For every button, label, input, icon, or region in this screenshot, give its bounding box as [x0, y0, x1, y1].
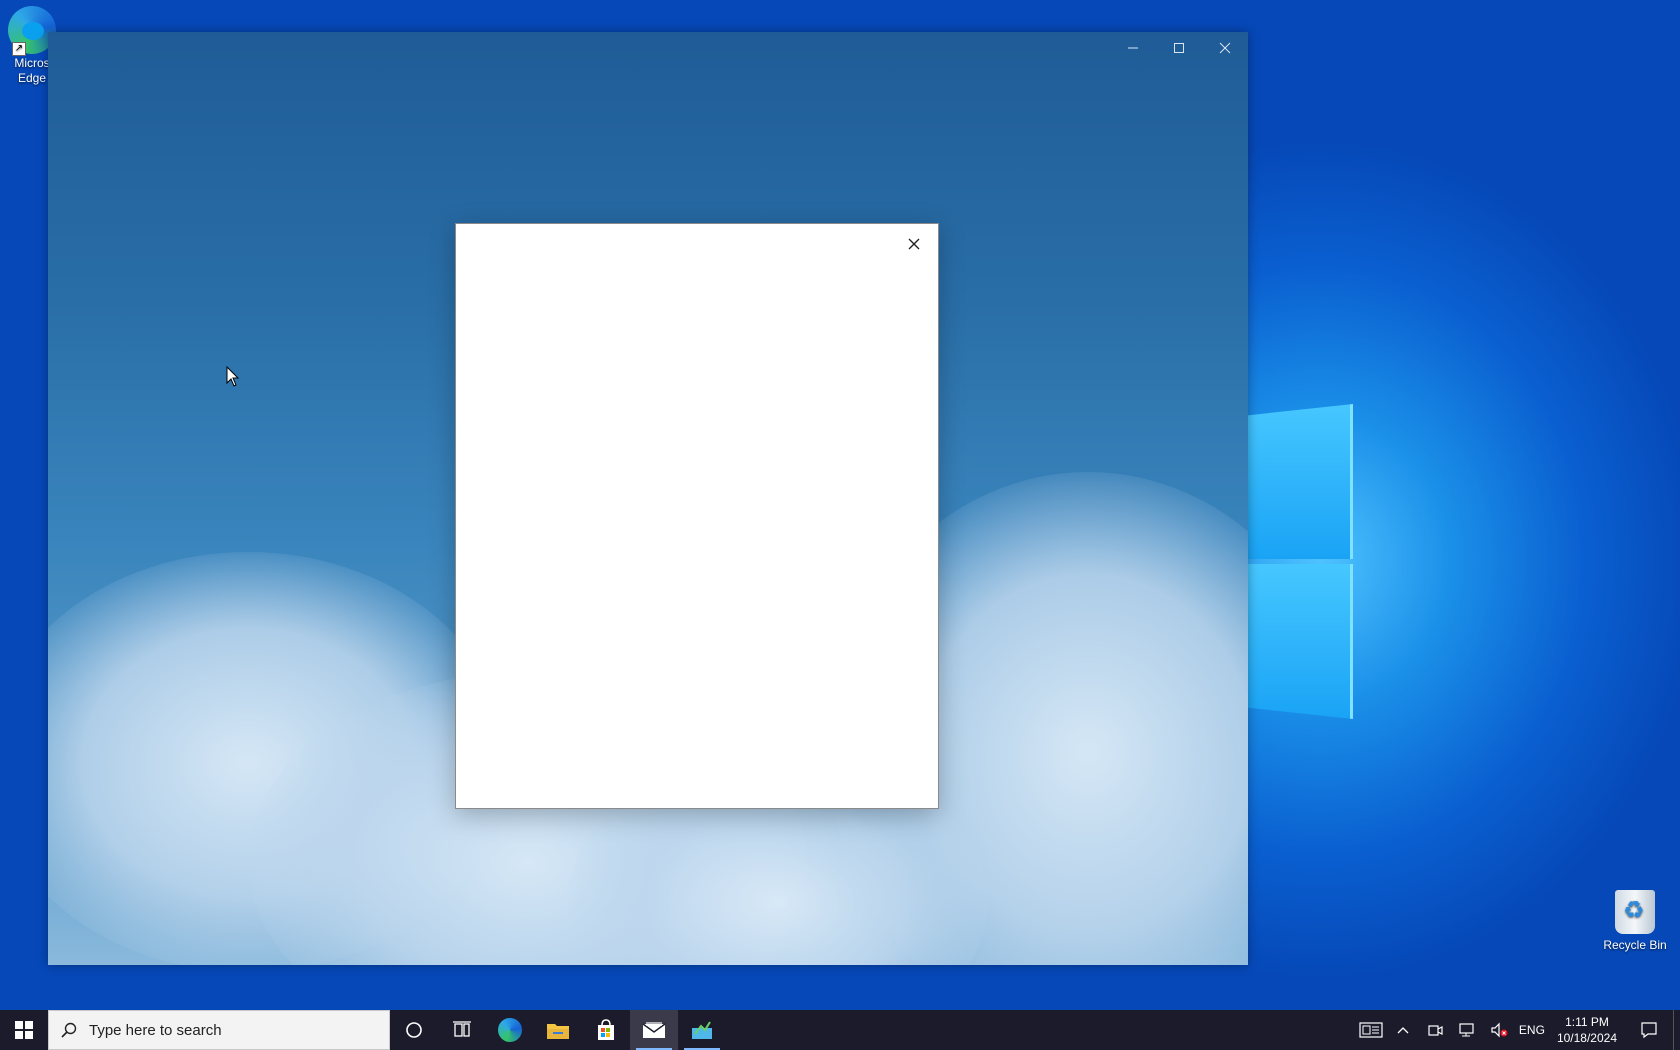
dialog-close-button[interactable]: [896, 228, 932, 260]
taskbar-mail[interactable]: [630, 1010, 678, 1050]
taskbar-app[interactable]: [678, 1010, 726, 1050]
mouse-cursor-icon: [226, 365, 240, 393]
close-window-button[interactable]: [1202, 32, 1248, 64]
shortcut-arrow-icon: ↗: [12, 42, 26, 56]
recycle-bin-icon: [1615, 890, 1655, 934]
mail-icon: [642, 1022, 666, 1038]
taskbar-store[interactable]: [582, 1010, 630, 1050]
show-desktop-button[interactable]: [1673, 1010, 1680, 1050]
chevron-up-icon: [1397, 1027, 1409, 1034]
file-explorer-icon: [547, 1024, 569, 1039]
taskbar-clock[interactable]: 1:11 PM 10/18/2024: [1549, 1014, 1625, 1046]
minimize-button[interactable]: [1110, 32, 1156, 64]
tray-news-button[interactable]: [1355, 1010, 1387, 1050]
task-view-button[interactable]: [438, 1010, 486, 1050]
desktop-background: ↗ Micros Edge Recycle Bin: [0, 0, 1680, 1050]
tray-network-button[interactable]: [1451, 1010, 1483, 1050]
windows-start-icon: [15, 1021, 33, 1039]
volume-muted-icon: [1491, 1022, 1508, 1038]
edge-icon: [498, 1018, 522, 1042]
language-indicator[interactable]: ENG: [1515, 1010, 1549, 1050]
app-window: [48, 32, 1248, 965]
meet-now-icon: [1428, 1025, 1443, 1036]
taskbar-edge[interactable]: [486, 1010, 534, 1050]
search-icon: [61, 1022, 77, 1038]
store-icon: [598, 1019, 614, 1040]
recycle-bin-label: Recycle Bin: [1603, 938, 1667, 952]
taskbar-search-box[interactable]: Type here to search: [48, 1010, 390, 1050]
desktop-icon-recycle-bin[interactable]: Recycle Bin: [1594, 890, 1676, 953]
app-icon: [692, 1021, 712, 1039]
blank-dialog: [455, 223, 939, 809]
search-placeholder: Type here to search: [89, 1021, 222, 1039]
taskbar: Type here to search ENG 1:11 PM 10/18/20…: [0, 1010, 1680, 1050]
task-view-icon: [453, 1021, 471, 1037]
action-center-button[interactable]: [1625, 1010, 1673, 1050]
system-tray: ENG 1:11 PM 10/18/2024: [1355, 1010, 1680, 1050]
cortana-icon: [406, 1022, 422, 1038]
minimize-icon: [1128, 47, 1138, 49]
tray-meet-button[interactable]: [1419, 1010, 1451, 1050]
news-widget-icon: [1359, 1022, 1383, 1038]
tray-volume-button[interactable]: [1483, 1010, 1515, 1050]
maximize-button[interactable]: [1156, 32, 1202, 64]
close-icon: [908, 238, 920, 250]
cortana-button[interactable]: [390, 1010, 438, 1050]
close-icon: [1219, 42, 1231, 54]
tray-overflow-button[interactable]: [1387, 1010, 1419, 1050]
network-icon: [1459, 1023, 1474, 1037]
clock-time: 1:11 PM: [1565, 1015, 1609, 1029]
clock-date: 10/18/2024: [1556, 1031, 1617, 1045]
window-controls: [1110, 32, 1248, 64]
maximize-icon: [1174, 43, 1184, 53]
start-button[interactable]: [0, 1010, 48, 1050]
notification-icon: [1641, 1022, 1657, 1039]
taskbar-file-explorer[interactable]: [534, 1010, 582, 1050]
